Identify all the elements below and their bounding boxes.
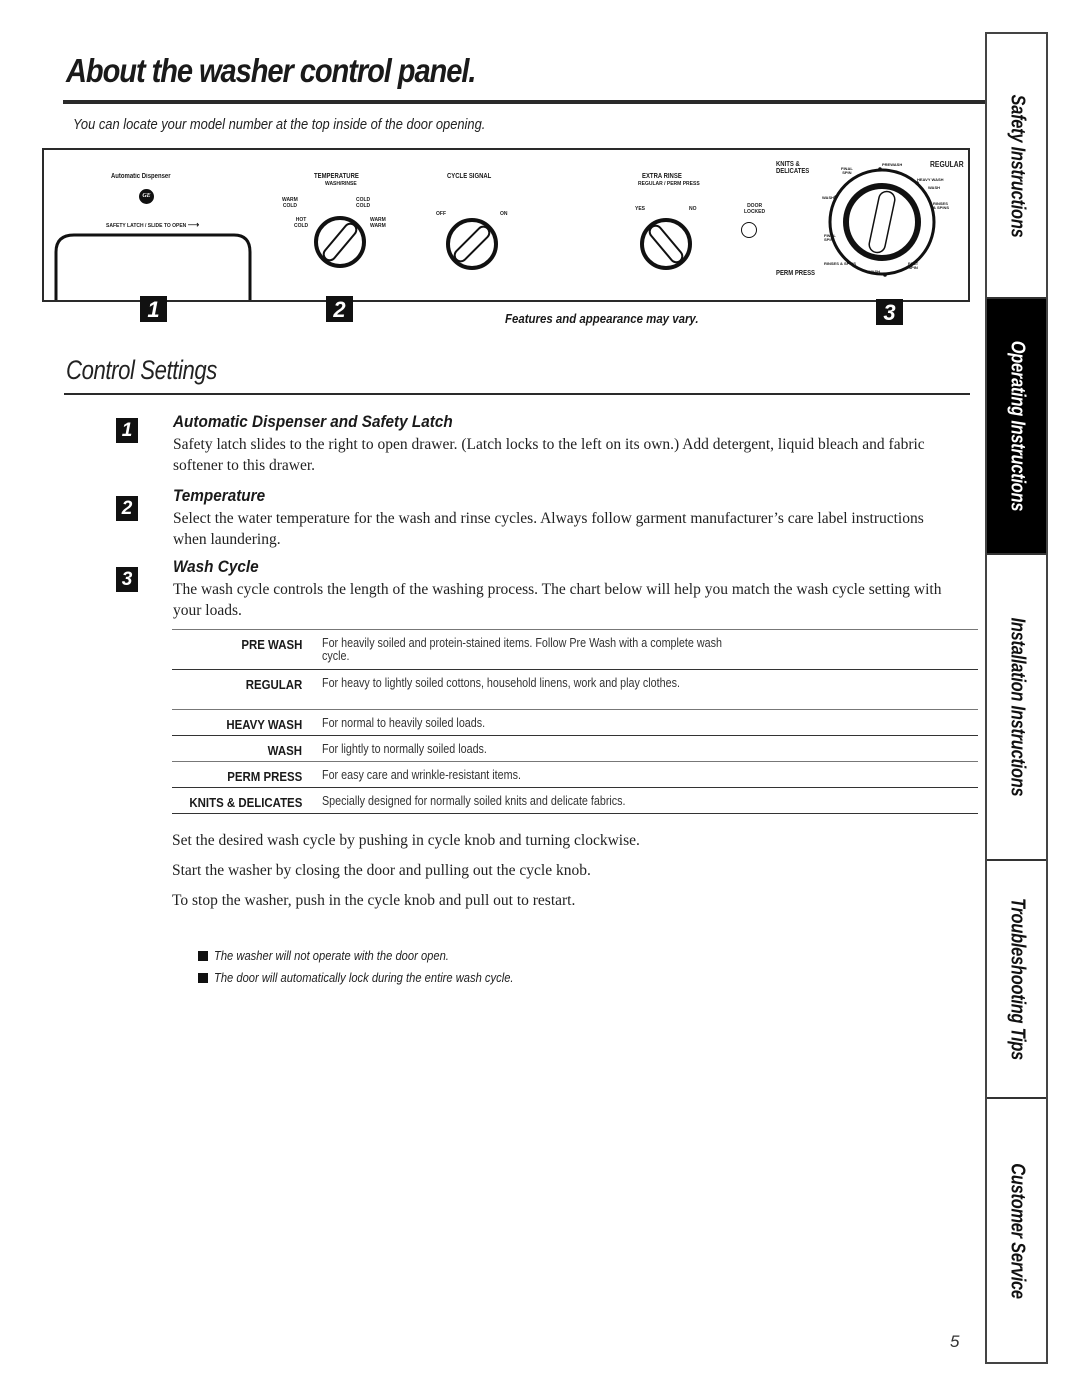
- cycle-description: For heavy to lightly soiled cottons, hou…: [322, 676, 680, 690]
- section-title: Control Settings: [66, 355, 217, 385]
- cycle-dial-knob[interactable]: [827, 167, 937, 277]
- item-heading: Automatic Dispenser and Safety Latch: [173, 412, 453, 431]
- cycle-signal-on: ON: [500, 211, 508, 217]
- callout-3: 3: [876, 299, 903, 325]
- cycle-description: For easy care and wrinkle-resistant item…: [322, 768, 521, 782]
- control-panel-illustration: Automatic Dispenser GE SAFETY LATCH / SL…: [42, 148, 970, 302]
- temp-hot-cold: HOT COLD: [294, 217, 309, 229]
- cycle-table-row: PERM PRESS For easy care and wrinkle-resi…: [172, 761, 978, 788]
- extra-rinse-no: NO: [689, 206, 697, 212]
- door-locked-label: DOOR LOCKED: [744, 203, 766, 215]
- cycle-description: For heavily soiled and protein-stained i…: [322, 636, 722, 663]
- page-subtitle: You can locate your model number at the …: [73, 116, 486, 133]
- extra-rinse-label: EXTRA RINSE: [642, 173, 682, 180]
- cycle-name: REGULAR: [245, 677, 302, 692]
- cycle-signal-knob[interactable]: [444, 216, 500, 272]
- cycle-name: KNITS & DELICATES: [189, 795, 302, 810]
- section-side-tabs: Safety Instructions Operating Instructio…: [985, 32, 1048, 1364]
- tab-operating-instructions[interactable]: Operating Instructions: [987, 299, 1046, 555]
- extra-rinse-yes: YES: [635, 206, 646, 212]
- cycle-signal-label: CYCLE SIGNAL: [447, 173, 492, 180]
- safety-latch-label: SAFETY LATCH / SLIDE TO OPEN ⟶: [106, 220, 200, 230]
- wash-cycle-table: PRE WASH For heavily soiled and protein-s…: [172, 629, 978, 815]
- item-number-badge: 1: [116, 418, 138, 443]
- dial-knits-delicates: KNITS & DELICATES: [776, 161, 810, 176]
- ge-logo-icon: GE: [139, 189, 154, 204]
- cycle-name: PERM PRESS: [226, 769, 302, 784]
- callout-1: 1: [140, 296, 167, 322]
- item-heading: Wash Cycle: [173, 557, 259, 576]
- callout-2: 2: [326, 296, 353, 322]
- cycle-description: For normal to heavily soiled loads.: [322, 716, 486, 730]
- cycle-table-row: HEAVY WASH For normal to heavily soiled l…: [172, 709, 978, 736]
- extra-rinse-sublabel: REGULAR / PERM PRESS: [638, 181, 700, 187]
- tab-installation-instructions[interactable]: Installation Instructions: [987, 555, 1046, 861]
- item-body: Safety latch slides to the right to open…: [173, 436, 925, 474]
- item-body: The wash cycle controls the length of th…: [173, 581, 942, 619]
- temperature-sublabel: WASH/RINSE: [325, 181, 357, 187]
- temperature-label: TEMPERATURE: [314, 173, 359, 180]
- note-item: The door will automatically lock during …: [198, 970, 562, 985]
- item-body: Select the water temperature for the was…: [173, 510, 924, 548]
- tab-customer-service[interactable]: Customer Service: [987, 1099, 1046, 1362]
- page-number: 5: [950, 1332, 960, 1351]
- cycle-table-row: WASH For lightly to normally soiled loads…: [172, 735, 978, 762]
- item-number-badge: 3: [116, 567, 138, 592]
- bullet-square-icon: [198, 951, 208, 961]
- cycle-description: For lightly to normally soiled loads.: [322, 742, 487, 756]
- dial-perm-press: PERM PRESS: [776, 270, 816, 277]
- cycle-table-row: REGULAR For heavy to lightly soiled cotto…: [172, 669, 978, 710]
- tab-safety-instructions[interactable]: Safety Instructions: [987, 34, 1046, 299]
- page-title: About the washer control panel.: [66, 52, 476, 89]
- cycle-name: WASH: [267, 743, 302, 758]
- temp-cold-cold: COLD COLD: [356, 197, 371, 209]
- instruction-paragraph: Start the washer by closing the door and…: [172, 862, 591, 879]
- temp-warm-warm: WARM WARM: [370, 217, 386, 229]
- note-item: The washer will not operate with the doo…: [198, 948, 487, 963]
- cycle-description: Specially designed for normally soiled k…: [322, 794, 626, 808]
- cycle-table-end-rule: [172, 813, 978, 816]
- title-divider: [63, 100, 985, 104]
- cycle-table-row: KNITS & DELICATES Specially designed for …: [172, 787, 978, 814]
- cycle-name: HEAVY WASH: [226, 717, 302, 732]
- temp-warm-cold: WARM COLD: [282, 197, 298, 209]
- temperature-knob[interactable]: [312, 214, 368, 270]
- extra-rinse-knob[interactable]: [638, 216, 694, 272]
- tab-troubleshooting-tips[interactable]: Troubleshooting Tips: [987, 861, 1046, 1099]
- bullet-square-icon: [198, 973, 208, 983]
- instruction-paragraph: To stop the washer, push in the cycle kn…: [172, 892, 576, 909]
- cycle-name: PRE WASH: [240, 637, 302, 652]
- cycle-table-row: PRE WASH For heavily soiled and protein-s…: [172, 629, 978, 670]
- safety-latch-text: SAFETY LATCH / SLIDE TO OPEN: [106, 223, 187, 229]
- dispenser-label: Automatic Dispenser: [111, 173, 171, 180]
- instruction-paragraph: Set the desired wash cycle by pushing in…: [172, 832, 640, 849]
- dispenser-drawer-outline[interactable]: [54, 230, 254, 300]
- features-note: Features and appearance may vary.: [505, 311, 699, 326]
- item-number-badge: 2: [116, 496, 138, 521]
- arrow-right-icon: ⟶: [187, 220, 200, 229]
- door-locked-indicator: [741, 222, 757, 238]
- item-heading: Temperature: [173, 486, 266, 505]
- section-divider: [64, 393, 970, 395]
